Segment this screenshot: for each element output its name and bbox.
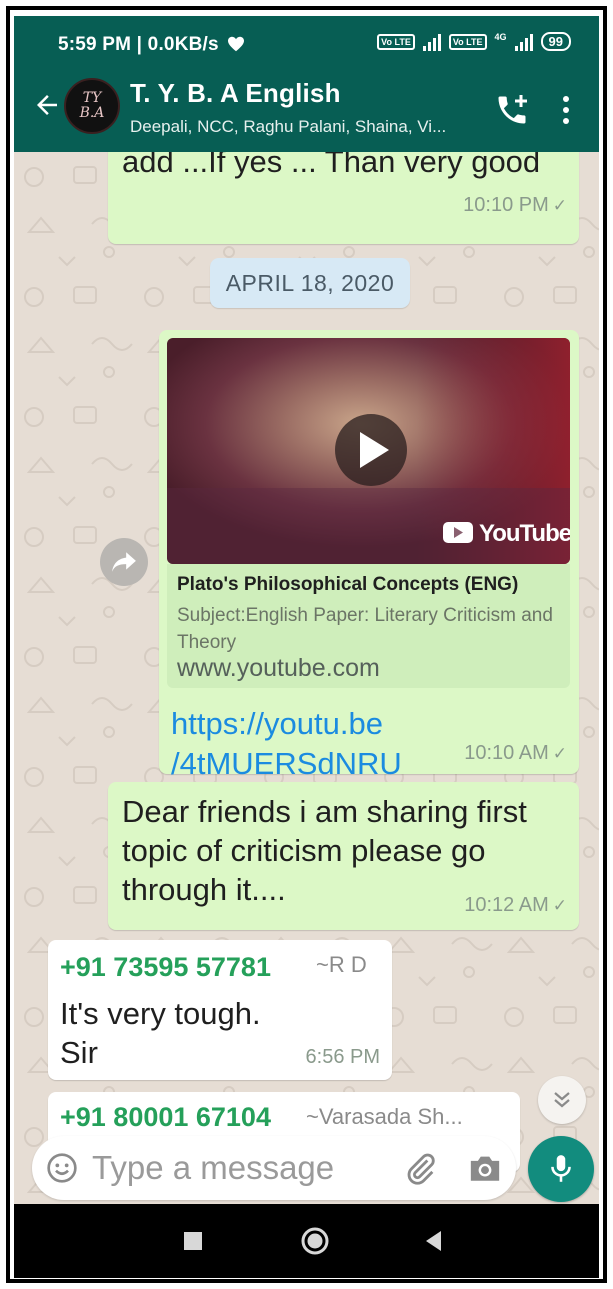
mic-button[interactable] — [528, 1136, 594, 1202]
message-bubble-outgoing-3[interactable]: Dear friends i am sharing first topic of… — [108, 782, 579, 930]
video-thumbnail[interactable]: YouTube — [167, 338, 570, 564]
message-text: Dear friends i am sharing first topic of… — [122, 792, 527, 909]
message-text: add ...If yes ... Than very good — [122, 152, 541, 179]
message-line-1: It's very tough. — [60, 996, 261, 1031]
group-members[interactable]: Deepali, NCC, Raghu Palani, Shaina, Vi..… — [130, 117, 446, 137]
chat-area[interactable]: add ...If yes ... Than very good 10:10 P… — [14, 152, 599, 1204]
battery-icon: 99 — [540, 32, 571, 51]
sent-tick-icon: ✓ — [552, 195, 567, 215]
preview-description: Subject:English Paper: Literary Criticis… — [177, 605, 553, 653]
back-icon[interactable] — [424, 1230, 442, 1252]
chat-header: TY B.A T. Y. B. A English Deepali, NCC, … — [14, 70, 599, 152]
network-type: 4G — [494, 32, 507, 42]
message-composer — [32, 1136, 516, 1200]
message-link[interactable]: https://youtu.be /4tMUERSdNRU — [171, 704, 402, 784]
status-time-text: 5:59 PM | 0.0KB/s — [58, 34, 219, 55]
volte-badge-1: Vo LTE — [377, 33, 415, 50]
message-line-2: topic of criticism please go — [122, 833, 486, 868]
message-time: 10:12 AM — [464, 894, 549, 916]
sender-alias: ~R D — [316, 952, 367, 977]
message-meta: 10:10 AM ✓ — [464, 742, 567, 765]
message-line-1: Dear friends i am sharing first — [122, 794, 527, 829]
link-preview-card[interactable]: Plato's Philosophical Concepts (ENG) Sub… — [167, 564, 570, 688]
youtube-brand-label: YouTube — [479, 520, 570, 547]
group-title[interactable]: T. Y. B. A English — [130, 78, 341, 109]
more-vert-icon[interactable] — [560, 94, 572, 126]
link-line-1[interactable]: https://youtu.be — [171, 704, 402, 744]
sent-tick-icon: ✓ — [552, 743, 567, 763]
sender-alias: ~Varasada Sh... — [306, 1104, 463, 1129]
forward-icon — [112, 552, 136, 572]
scroll-to-bottom-button[interactable] — [538, 1076, 586, 1124]
recents-icon[interactable] — [184, 1232, 202, 1250]
signal-icon-2 — [514, 33, 533, 51]
message-meta: 10:12 AM ✓ — [464, 894, 567, 917]
message-time: 6:56 PM — [305, 1046, 380, 1068]
status-time: 5:59 PM | 0.0KB/s — [58, 34, 245, 56]
add-call-icon[interactable] — [494, 92, 530, 128]
camera-icon[interactable] — [468, 1152, 502, 1184]
message-bubble-link-preview[interactable]: YouTube Plato's Philosophical Concepts (… — [159, 330, 579, 781]
preview-title: Plato's Philosophical Concepts (ENG) — [177, 574, 519, 595]
link-line-2[interactable]: /4tMUERSdNRU — [171, 744, 402, 784]
video-thumbnail-image: YouTube — [167, 338, 570, 564]
message-line-2: Sir — [60, 1035, 98, 1070]
navigation-bar — [14, 1204, 599, 1278]
preview-domain: www.youtube.com — [177, 654, 380, 682]
volte-badge-2: Vo LTE — [448, 33, 487, 50]
mic-icon — [551, 1155, 571, 1182]
signal-icon — [422, 33, 441, 51]
back-arrow-icon[interactable] — [32, 90, 62, 120]
status-bar: 5:59 PM | 0.0KB/s Vo LTE Vo LTE 4G 99 — [14, 16, 599, 70]
message-input[interactable] — [92, 1146, 382, 1190]
message-bubble-outgoing-1[interactable]: add ...If yes ... Than very good 10:10 P… — [108, 152, 579, 244]
attach-icon[interactable] — [404, 1152, 438, 1186]
sender-phone[interactable]: +91 80001 67104 — [60, 1102, 271, 1133]
date-divider: APRIL 18, 2020 — [210, 258, 410, 308]
status-icons: Vo LTE Vo LTE 4G 99 — [377, 32, 571, 51]
message-text: It's very tough. Sir — [60, 994, 261, 1072]
message-time: 10:10 PM — [463, 194, 549, 216]
heart-icon — [228, 36, 245, 52]
avatar-text-top: TY — [82, 90, 102, 106]
message-bubble-incoming-4[interactable]: +91 73595 57781 ~R D It's very tough. Si… — [48, 940, 392, 1080]
avatar-text-bottom: B.A — [79, 105, 105, 121]
home-icon[interactable] — [300, 1226, 330, 1256]
message-meta: 10:10 PM ✓ — [463, 194, 567, 217]
youtube-icon — [443, 522, 473, 543]
message-meta: 6:56 PM — [306, 1046, 380, 1069]
forward-button[interactable] — [100, 538, 148, 586]
emoji-icon[interactable] — [46, 1152, 78, 1184]
phone-screen: 5:59 PM | 0.0KB/s Vo LTE Vo LTE 4G 99 TY… — [14, 16, 599, 1278]
sent-tick-icon: ✓ — [552, 895, 567, 915]
group-avatar[interactable]: TY B.A — [64, 78, 120, 134]
message-time: 10:10 AM — [464, 742, 549, 764]
sender-phone[interactable]: +91 73595 57781 — [60, 952, 271, 983]
double-chevron-down-icon — [554, 1092, 570, 1108]
